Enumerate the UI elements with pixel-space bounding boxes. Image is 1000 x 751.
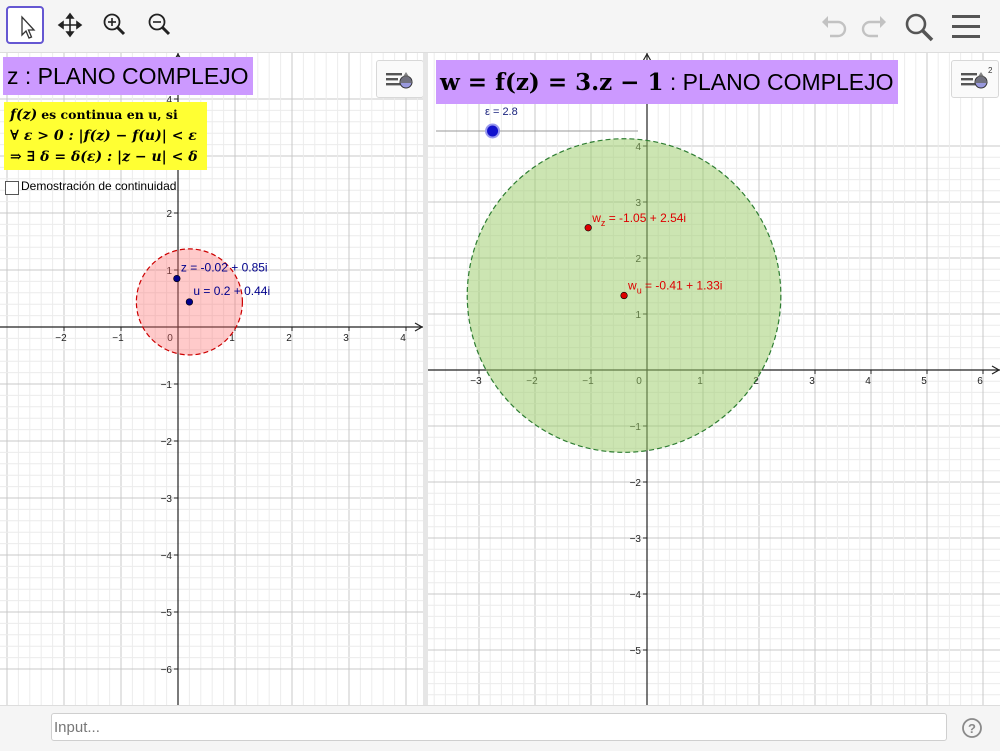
zoom-out-icon <box>148 13 171 36</box>
point-z <box>173 274 181 283</box>
x-tick-label: 4 <box>865 376 871 387</box>
menu-icon[interactable] <box>950 10 984 44</box>
right-graphics-canvas[interactable]: −3−2−101234564321−1−2−3−4−5wz = -1.05 + … <box>428 53 1000 705</box>
x-tick-label: 6 <box>977 376 983 387</box>
definition-line1-math: f(z) <box>10 107 38 123</box>
point-z-label: z = -0.02 + 0.85i <box>181 261 268 275</box>
point-wz-label-base: w <box>591 211 601 225</box>
y-tick-label: −6 <box>161 665 173 676</box>
y-tick-label: −2 <box>630 478 642 489</box>
y-tick-label: −3 <box>630 534 642 545</box>
definition-line1-text: es continua en u, si <box>41 107 178 122</box>
four-way-arrows-icon <box>57 12 83 38</box>
zoom-out-button[interactable] <box>140 6 178 44</box>
point-wz-label-value: = -1.05 + 2.54i <box>605 211 686 225</box>
left-style-bar-toggle[interactable] <box>376 60 423 98</box>
left-title: z : PLANO COMPLEJO <box>3 57 253 95</box>
point-u-label: u = 0.2 + 0.44i <box>193 284 270 298</box>
definition-line3: ⇒ ∃ δ = δ(ε) : |z − u| < δ <box>10 149 198 165</box>
right-graphics-view[interactable]: −3−2−101234564321−1−2−3−4−5wz = -1.05 + … <box>428 53 1000 705</box>
y-tick-label: −4 <box>161 551 173 562</box>
input-bar: Input... ? <box>0 705 1000 751</box>
search-icon[interactable] <box>902 10 936 44</box>
continuity-proof-label: Demostración de continuidad <box>21 179 177 193</box>
help-icon[interactable]: ? <box>961 717 983 739</box>
undo-icon[interactable] <box>818 10 852 44</box>
x-tick-label: 5 <box>921 376 927 387</box>
point-wz <box>584 224 592 232</box>
x-tick-label: −2 <box>55 333 67 344</box>
cursor-arrow-icon <box>21 15 36 39</box>
y-tick-label: −2 <box>161 437 173 448</box>
y-tick-label: −3 <box>161 494 173 505</box>
y-tick-label: −5 <box>630 646 642 657</box>
redo-icon[interactable] <box>856 10 890 44</box>
y-tick-label: −1 <box>161 380 173 391</box>
left-graphics-view[interactable]: −2−1012344321−1−2−3−4−5−6z = -0.02 + 0.8… <box>0 53 423 705</box>
toolbar <box>0 0 1000 53</box>
continuity-proof-checkbox[interactable] <box>5 181 19 195</box>
point-wu <box>620 291 628 300</box>
x-tick-label: −1 <box>112 333 124 344</box>
x-tick-label: −3 <box>470 376 482 387</box>
point-wu-label-base: w <box>627 279 637 293</box>
x-tick-label: 3 <box>343 333 349 344</box>
point-wu-label-value: = -0.41 + 1.33i <box>642 279 723 293</box>
y-tick-label: 2 <box>166 209 172 220</box>
y-tick-label: −4 <box>630 590 642 601</box>
zoom-in-button[interactable] <box>95 6 133 44</box>
right-style-bar-toggle[interactable]: 2 <box>951 60 999 98</box>
x-tick-label: 3 <box>809 376 815 387</box>
style-bar-icon <box>386 72 413 89</box>
epsilon-slider-knob[interactable] <box>485 123 501 139</box>
x-tick-label: 4 <box>400 333 406 344</box>
style-bar-icon: 2 <box>961 66 993 89</box>
continuity-definition-box: f(z) es continua en u, si ∀ ε > 0 : |f(z… <box>4 102 207 170</box>
svg-text:2: 2 <box>988 66 993 75</box>
input-field[interactable]: Input... <box>51 713 947 741</box>
point-u <box>185 298 193 306</box>
move-graphics-view-button[interactable] <box>51 6 89 44</box>
svg-text:?: ? <box>968 721 976 736</box>
move-tool-button[interactable] <box>6 6 44 44</box>
right-title-text: : PLANO COMPLEJO <box>669 69 894 95</box>
definition-line2: ∀ ε > 0 : |f(z) − f(u)| < ε <box>10 128 197 144</box>
zoom-in-icon <box>103 13 126 36</box>
epsilon-slider-label: ε = 2.8 <box>485 106 518 118</box>
mapping-formula: w = f(z) = 3.z − 1 <box>440 69 664 96</box>
y-tick-label: −5 <box>161 608 173 619</box>
right-title: w = f(z) = 3.z − 1 : PLANO COMPLEJO <box>436 60 898 104</box>
x-tick-label: 2 <box>286 333 292 344</box>
